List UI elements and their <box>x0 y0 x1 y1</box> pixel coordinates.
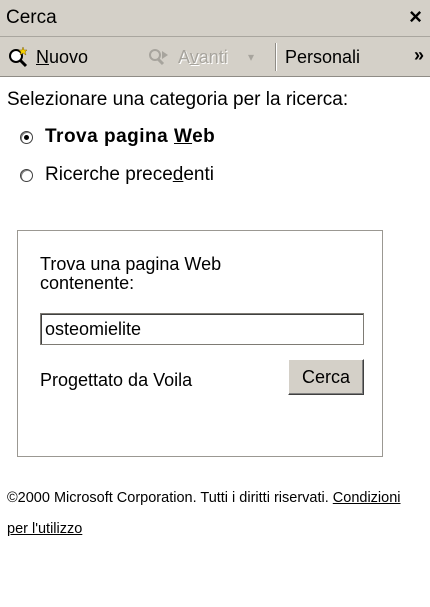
new-search-label-rest: uovo <box>49 46 89 67</box>
panel-title: Cerca <box>6 7 57 28</box>
radio-selected-icon[interactable] <box>20 130 33 144</box>
category-previous-option[interactable]: Ricerche precedenti <box>14 164 214 186</box>
copyright-text: ©2000 Microsoft Corporation. Tutti i dir… <box>7 490 329 506</box>
category-web-label: Trova pagina Web <box>45 126 216 147</box>
personalize-button[interactable]: Personali <box>285 37 360 77</box>
search-button[interactable]: Cerca <box>288 359 364 395</box>
next-dropdown-icon[interactable]: ▾ <box>248 37 254 77</box>
close-icon[interactable]: × <box>409 4 422 30</box>
radio-unselected-icon[interactable] <box>20 168 33 182</box>
panel-titlebar: Cerca × <box>0 0 430 37</box>
next-button[interactable]: Avanti <box>146 37 228 77</box>
next-search-icon <box>149 49 168 66</box>
provider-credit: Progettato da Voila <box>40 370 193 390</box>
toolbar-overflow-icon[interactable]: » <box>414 45 424 66</box>
personalize-label: Personali <box>285 46 361 67</box>
category-web-option[interactable]: Trova pagina Web <box>14 126 215 148</box>
web-search-group: Trova una pagina Web contenente: Progett… <box>17 230 383 457</box>
new-search-label: Nuovo <box>36 46 89 67</box>
search-input[interactable] <box>40 313 364 345</box>
category-previous-label: Ricerche precedenti <box>45 164 214 185</box>
copyright-notice: ©2000 Microsoft Corporation. Tutti i dir… <box>7 483 407 545</box>
next-label: Avanti <box>178 46 228 67</box>
toolbar-separator <box>275 43 277 71</box>
search-field-label: Trova una pagina Web contenente: <box>40 254 222 293</box>
new-search-icon <box>9 46 28 68</box>
category-prompt: Selezionare una categoria per la ricerca… <box>7 89 349 110</box>
search-toolbar: Nuovo Avanti ▾ Personali » <box>0 37 430 77</box>
new-search-button[interactable]: Nuovo <box>6 37 88 77</box>
